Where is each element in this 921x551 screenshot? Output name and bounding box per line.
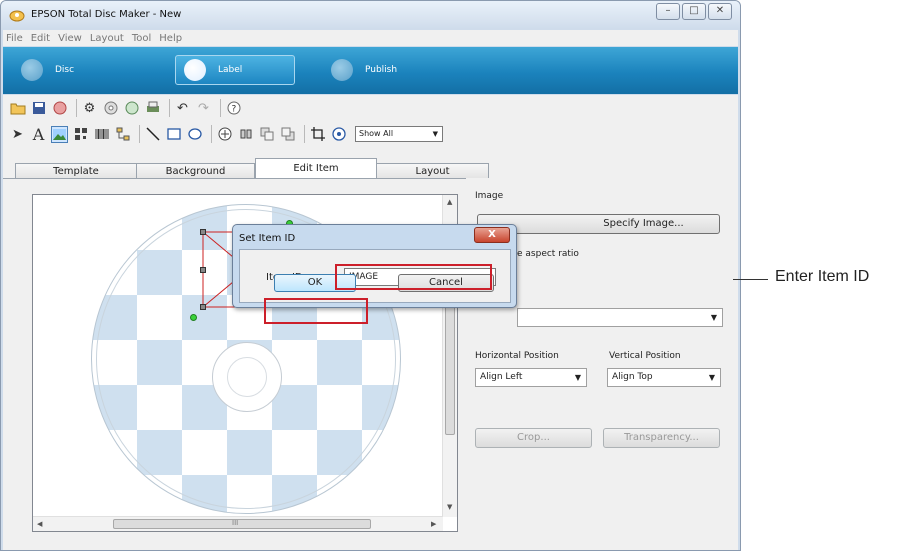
horizontal-position-value: Align Left	[480, 372, 523, 382]
ok-button-highlight	[264, 298, 368, 324]
callout-line	[733, 279, 768, 280]
horizontal-position-label: Horizontal Position	[475, 351, 559, 361]
vertical-position-value: Align Top	[612, 372, 653, 382]
callout-label: Enter Item ID	[775, 268, 870, 285]
rotate-handle[interactable]	[190, 314, 197, 321]
resize-handle[interactable]	[200, 304, 206, 310]
chevron-down-icon: ▼	[710, 313, 717, 322]
transparency-button[interactable]: Transparency...	[603, 428, 720, 448]
chevron-down-icon: ▼	[708, 373, 715, 382]
image-section-label: Image	[475, 191, 504, 201]
vertical-position-select[interactable]: Align Top ▼	[607, 368, 721, 387]
keep-aspect-ratio-label: e aspect ratio	[517, 249, 579, 259]
resize-handle[interactable]	[200, 267, 206, 273]
image-option-select[interactable]: ▼	[517, 308, 723, 327]
vertical-position-label: Vertical Position	[609, 351, 681, 361]
specify-image-label: Specify Image...	[603, 218, 684, 229]
crop-button[interactable]: Crop...	[475, 428, 592, 448]
resize-handle[interactable]	[200, 229, 206, 235]
horizontal-position-select[interactable]: Align Left ▼	[475, 368, 587, 387]
item-id-highlight	[335, 264, 492, 290]
dialog-title: Set Item ID	[239, 233, 296, 244]
close-icon[interactable]: X	[474, 227, 510, 243]
chevron-down-icon: ▼	[574, 373, 581, 382]
